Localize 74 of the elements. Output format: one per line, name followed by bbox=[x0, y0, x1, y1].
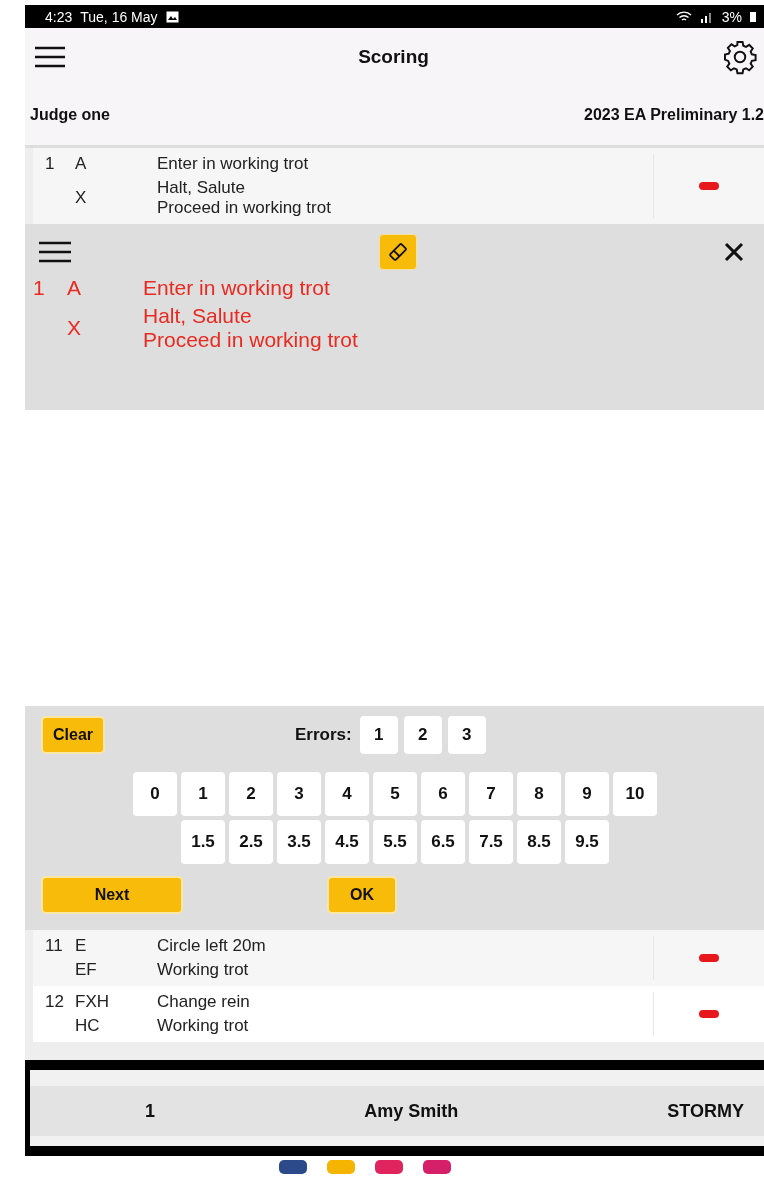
competitor-number: 1 bbox=[145, 1100, 155, 1122]
arena-letter: A bbox=[75, 154, 88, 174]
score-key[interactable]: 2.5 bbox=[229, 820, 273, 864]
movement-text: Enter in working trot bbox=[157, 154, 309, 174]
error-key[interactable]: 3 bbox=[447, 716, 486, 754]
clear-button[interactable]: Clear bbox=[41, 716, 106, 754]
score-key[interactable]: 5 bbox=[373, 772, 417, 816]
status-date: Tue, 16 May bbox=[80, 8, 158, 25]
arena-letter: EF bbox=[75, 960, 98, 980]
arena-letter: A bbox=[67, 276, 82, 300]
menu-icon[interactable] bbox=[39, 241, 71, 263]
arena-letter: X bbox=[67, 316, 82, 340]
score-key[interactable]: 1.5 bbox=[181, 820, 225, 864]
test-name: 2023 EA Preliminary 1.2 bbox=[584, 106, 764, 124]
battery-level: 3% bbox=[721, 8, 742, 25]
movement-text: Enter in working trot bbox=[143, 276, 330, 300]
battery-icon bbox=[750, 11, 756, 22]
settings-icon[interactable] bbox=[722, 38, 758, 75]
errors-label: Errors: bbox=[295, 725, 352, 745]
score-key[interactable]: 1 bbox=[181, 772, 225, 816]
rider-name: Amy Smith bbox=[364, 1100, 459, 1122]
horse-name: STORMY bbox=[667, 1100, 744, 1122]
screen-title: Scoring bbox=[358, 45, 429, 68]
score-key[interactable]: 0 bbox=[133, 772, 177, 816]
score-key[interactable]: 8 bbox=[517, 772, 561, 816]
movement-text: Halt, Salute bbox=[143, 304, 253, 328]
movement-row[interactable]: 11 E Circle left 20m EF Working trot bbox=[33, 930, 764, 986]
movement-number: 1 bbox=[44, 154, 56, 175]
next-button[interactable]: Next bbox=[41, 876, 183, 914]
movement-text: Working trot bbox=[157, 1016, 249, 1036]
movement-row[interactable]: 12 FXH Change rein HC Working trot bbox=[33, 986, 764, 1042]
no-score-mark bbox=[699, 1010, 719, 1018]
score-key[interactable]: 5.5 bbox=[373, 820, 417, 864]
movement-text: Circle left 20m bbox=[157, 936, 266, 956]
error-key[interactable]: 2 bbox=[403, 716, 442, 754]
movement-text: Halt, Salute bbox=[157, 178, 246, 198]
score-key[interactable]: 7.5 bbox=[469, 820, 513, 864]
wifi-icon bbox=[675, 10, 692, 23]
error-key[interactable]: 1 bbox=[359, 716, 398, 754]
arena-letter: E bbox=[75, 936, 88, 956]
movement-number: 1 bbox=[32, 276, 46, 301]
status-time: 4:23 bbox=[45, 8, 73, 25]
movement-text: Working trot bbox=[157, 960, 249, 980]
score-key[interactable]: 3.5 bbox=[277, 820, 321, 864]
movement-text: Change rein bbox=[157, 992, 250, 1012]
score-key[interactable]: 10 bbox=[613, 772, 657, 816]
score-key[interactable]: 4.5 bbox=[325, 820, 369, 864]
score-key[interactable]: 9 bbox=[565, 772, 609, 816]
image-icon bbox=[165, 10, 179, 23]
ok-button[interactable]: OK bbox=[327, 876, 397, 914]
score-key[interactable]: 4 bbox=[325, 772, 369, 816]
score-key[interactable]: 6.5 bbox=[421, 820, 465, 864]
score-key[interactable]: 3 bbox=[277, 772, 321, 816]
score-key[interactable]: 2 bbox=[229, 772, 273, 816]
arena-letter: HC bbox=[75, 1016, 101, 1036]
score-key[interactable]: 8.5 bbox=[517, 820, 561, 864]
movement-text: Proceed in working trot bbox=[143, 328, 358, 352]
eraser-icon bbox=[386, 241, 409, 263]
score-key[interactable]: 9.5 bbox=[565, 820, 609, 864]
judge-name: Judge one bbox=[30, 106, 110, 124]
menu-icon[interactable] bbox=[35, 45, 65, 68]
movement-text: Proceed in working trot bbox=[157, 198, 331, 218]
score-key[interactable]: 7 bbox=[469, 772, 513, 816]
arena-letter: X bbox=[75, 188, 88, 208]
no-score-mark bbox=[699, 182, 719, 190]
movement-row[interactable]: 1 A Enter in working trot X Halt, Salute Proceed in working trot bbox=[33, 148, 764, 224]
no-score-mark bbox=[699, 954, 719, 962]
movement-number: 11 bbox=[44, 936, 64, 957]
close-icon[interactable] bbox=[724, 242, 744, 262]
score-key[interactable]: 6 bbox=[421, 772, 465, 816]
movement-number: 12 bbox=[44, 992, 65, 1013]
arena-letter: FXH bbox=[75, 992, 110, 1012]
signal-icon bbox=[699, 10, 714, 23]
eraser-button[interactable] bbox=[378, 234, 417, 270]
